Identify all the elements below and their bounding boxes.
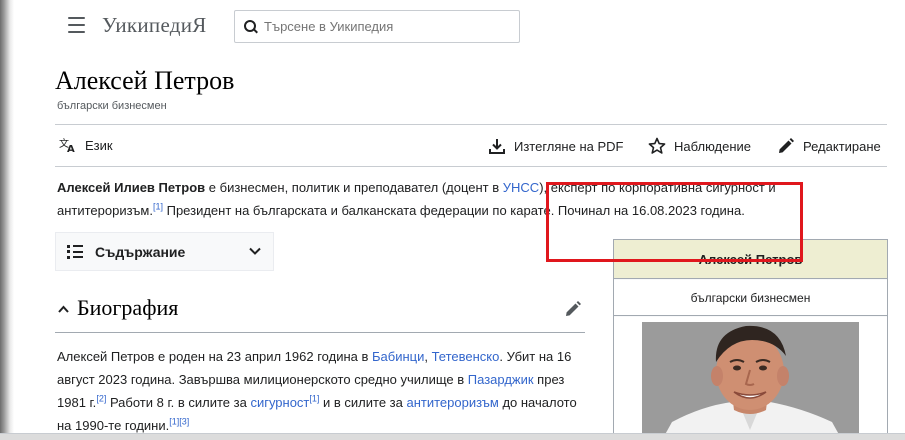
portrait-photo[interactable]: [642, 322, 859, 440]
watch-button[interactable]: Наблюдение: [648, 137, 751, 155]
language-label: Език: [85, 137, 113, 153]
wiki-logo[interactable]: УикипедиЯ: [102, 13, 207, 38]
infobox-subtitle: български бизнесмен: [614, 280, 887, 316]
section-heading-biography: Биография: [55, 294, 585, 326]
page-title: Алексей Петров: [55, 66, 235, 95]
search-icon: [244, 19, 258, 34]
watch-label: Наблюдение: [674, 138, 752, 154]
list-icon: [67, 244, 83, 259]
edit-button[interactable]: Редактиране: [777, 137, 881, 155]
portrait-illustration: [642, 322, 859, 440]
link-security[interactable]: сигурност: [250, 395, 309, 410]
section-title: Биография: [77, 295, 179, 320]
hamburger-icon[interactable]: [68, 17, 90, 35]
link-antiterrorism[interactable]: антитероризъм: [406, 395, 498, 410]
pencil-icon: [779, 138, 794, 153]
title-divider: [55, 124, 887, 125]
chevron-down-icon[interactable]: [249, 245, 261, 257]
language-button[interactable]: 文 A Език: [59, 137, 113, 153]
link-unss[interactable]: УНСС: [503, 180, 539, 195]
page-subtitle: български бизнесмен: [57, 100, 167, 112]
download-icon: [489, 139, 505, 154]
infobox-title: Алексей Петров: [614, 240, 887, 279]
search-input[interactable]: [264, 19, 514, 34]
link-pazardzhik[interactable]: Пазарджик: [468, 372, 534, 387]
lead-name: Алексей Илиев Петров: [57, 180, 206, 195]
translate-icon: 文 A: [59, 137, 75, 153]
toc-label: Съдържание: [95, 243, 186, 260]
star-icon: [648, 137, 666, 154]
section-divider: [55, 332, 585, 333]
download-pdf-label: Изтегляне на PDF: [514, 138, 624, 154]
link-teteven[interactable]: Тетевенско: [432, 349, 500, 364]
link-babintsi[interactable]: Бабинци: [372, 349, 424, 364]
infobox-image-cell: [614, 317, 887, 440]
biography-paragraph: Алексей Петров е роден на 23 април 1962 …: [57, 349, 577, 433]
window-bottom-edge: [0, 433, 905, 440]
page-toolbar: 文 A Език Изтегляне на PDF Наблюдение Ред…: [55, 132, 887, 162]
window-edge-shadow: [0, 0, 14, 440]
chevron-up-icon[interactable]: [58, 304, 69, 315]
edit-label: Редактиране: [803, 138, 881, 154]
toolbar-divider: [55, 166, 887, 167]
pencil-icon[interactable]: [564, 300, 582, 318]
download-pdf-button[interactable]: Изтегляне на PDF: [488, 137, 623, 155]
reference-1-3[interactable]: [1][3]: [169, 417, 189, 427]
table-of-contents-toggle[interactable]: Съдържание: [55, 232, 274, 271]
reference-1[interactable]: [1]: [153, 202, 163, 212]
lead-paragraph: Алексей Илиев Петров е бизнесмен, полити…: [57, 180, 776, 218]
svg-text:A: A: [67, 144, 75, 153]
infobox: Алексей Петров български бизнесмен: [613, 239, 888, 440]
reference-1[interactable]: [1]: [309, 394, 319, 404]
site-header: УикипедиЯ: [14, 0, 905, 54]
search-box[interactable]: [234, 10, 520, 43]
reference-2[interactable]: [2]: [96, 394, 106, 404]
